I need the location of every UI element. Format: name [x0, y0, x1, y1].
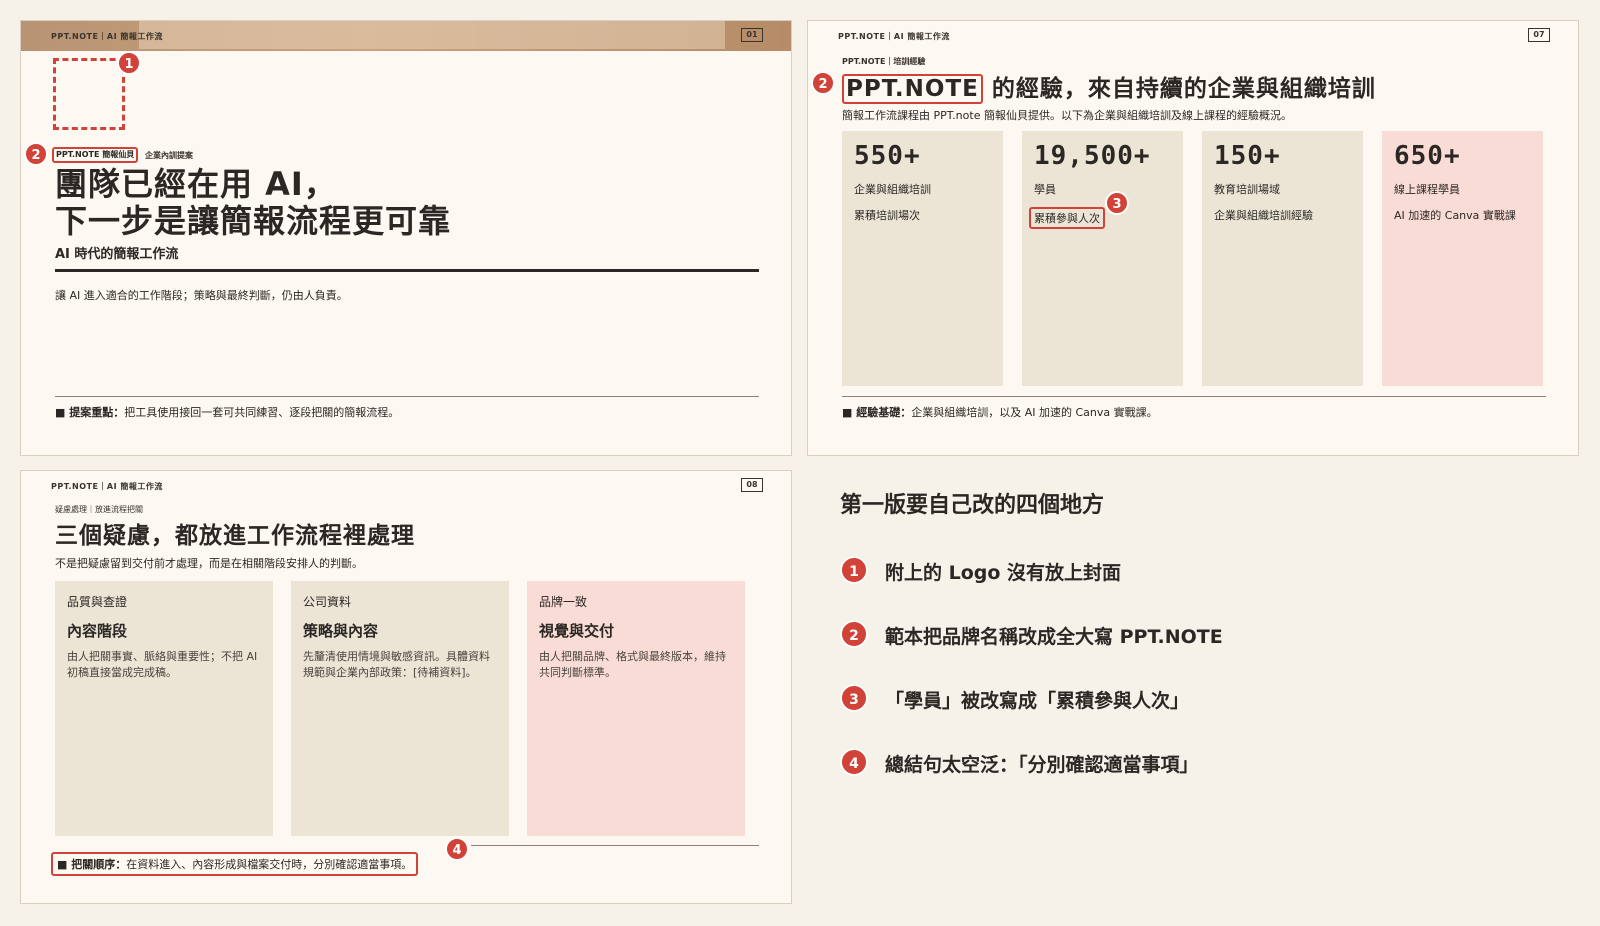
stat-card: 150+ 教育培訓場域 企業與組織培訓經驗	[1202, 131, 1363, 386]
footer-note: ■ 經驗基礎：企業與組織培訓，以及 AI 加速的 Canva 實戰課。	[842, 404, 1158, 420]
footer-label: ■ 提案重點：	[55, 406, 125, 419]
slide-brand: PPT.NOTE｜AI 簡報工作流	[51, 482, 163, 491]
annotation-badge: 2	[811, 71, 835, 95]
concern-card: 公司資料 策略與內容 先釐清使用情境與敏感資訊。具體資料規範與企業內部政策：[待…	[291, 581, 509, 836]
kicker-note: 企業內訓提案	[145, 151, 193, 160]
footer-label: ■ 經驗基礎：	[842, 406, 912, 419]
card-heading: 視覺與交付	[539, 622, 615, 640]
annotation-badge: 3	[1105, 191, 1129, 215]
concern-card: 品質與查證 內容階段 由人把關事實、脈絡與重要性；不把 AI 初稿直接當成完成稿…	[55, 581, 273, 836]
cover-title-line1: 團隊已經在用 AI，	[55, 165, 337, 203]
slide-description: 簡報工作流課程由 PPT.note 簡報仙貝提供。以下為企業與組織培訓及線上課程…	[842, 109, 1292, 122]
page-number: 07	[1528, 28, 1550, 42]
footer-note: ■ 提案重點：把工具使用接回一套可共同練習、逐段把關的簡報流程。	[55, 404, 399, 420]
note-number-badge: 2	[840, 620, 868, 648]
cover-header-tab	[139, 21, 725, 49]
card-category: 公司資料	[303, 595, 352, 609]
stat-sublabel: 企業與組織培訓經驗	[1214, 209, 1313, 222]
card-heading: 策略與內容	[303, 622, 379, 640]
slide-title-rest: 的經驗，來自持續的企業與組織培訓	[982, 76, 1376, 102]
divider	[471, 845, 759, 846]
divider	[842, 396, 1546, 397]
cover-title-line2: 下一步是讓簡報流程更可靠	[55, 202, 452, 240]
card-text: 先釐清使用情境與敏感資訊。具體資料規範與企業內部政策：[待補資料]。	[303, 650, 490, 679]
page-number: 01	[741, 28, 763, 42]
stat-card: 19,500+ 學員 累積參與人次	[1022, 131, 1183, 386]
cover-body: 讓 AI 進入適合的工作階段；策略與最終判斷，仍由人負責。	[55, 289, 348, 302]
slide-brand: PPT.NOTE｜AI 簡報工作流	[51, 32, 163, 41]
annotation-badge: 2	[24, 142, 48, 166]
note-number-badge: 3	[840, 684, 868, 712]
card-category: 品牌一致	[539, 595, 588, 609]
note-text: 總結句太空泛：「分別確認適當事項」	[885, 754, 1199, 776]
divider	[55, 269, 759, 272]
cover-subtitle: AI 時代的簡報工作流	[55, 247, 179, 262]
footer-text: 企業與組織培訓，以及 AI 加速的 Canva 實戰課。	[911, 406, 1158, 419]
stat-number: 550+	[854, 141, 921, 171]
footer-label: ■ 把關順序：	[57, 858, 127, 871]
slide-thumbnail-08[interactable]: PPT.NOTE｜AI 簡報工作流 08 疑慮處理｜放進流程把關 三個疑慮，都放…	[20, 470, 792, 904]
stat-label: 學員	[1034, 183, 1056, 196]
card-category: 品質與查證	[67, 595, 128, 609]
card-heading: 內容階段	[67, 622, 128, 640]
card-text: 由人把關品牌、格式與最終版本，維持共同判斷標準。	[539, 650, 726, 679]
note-text: 「學員」被改寫成「累積參與人次」	[885, 690, 1190, 712]
page-number: 08	[741, 478, 763, 492]
slide-thumbnail-07[interactable]: PPT.NOTE｜AI 簡報工作流 07 PPT.NOTE｜培訓經驗 2 PPT…	[807, 20, 1579, 456]
stat-number: 650+	[1394, 141, 1461, 171]
stat-sublabel: AI 加速的 Canva 實戰課	[1394, 209, 1516, 222]
slide-title: PPT.NOTE 的經驗，來自持續的企業與組織培訓	[842, 69, 1376, 104]
kicker-brand-highlight: PPT.NOTE 簡報仙貝	[52, 147, 139, 163]
note-number-badge: 1	[840, 556, 868, 584]
note-text: 範本把品牌名稱改成全大寫 PPT.NOTE	[885, 626, 1223, 648]
slide-thumbnail-01[interactable]: PPT.NOTE｜AI 簡報工作流 01 1 2 PPT.NOTE 簡報仙貝 企…	[20, 20, 792, 456]
annotation-badge: 4	[445, 837, 469, 861]
stat-label: 企業與組織培訓	[854, 183, 931, 196]
logo-placeholder	[53, 58, 125, 130]
stat-card: 550+ 企業與組織培訓 累積培訓場次	[842, 131, 1003, 386]
footer-text: 把工具使用接回一套可共同練習、逐段把關的簡報流程。	[124, 406, 400, 419]
brand-name-highlight: PPT.NOTE	[842, 74, 983, 104]
stat-number: 19,500+	[1034, 141, 1151, 171]
slide-description: 不是把疑慮留到交付前才處理，而是在相關階段安排人的判斷。	[55, 557, 363, 570]
note-number-badge: 4	[840, 748, 868, 776]
footer-text: 在資料進入、內容形成與檔案交付時，分別確認適當事項。	[126, 858, 413, 871]
stat-sublabel-highlight: 累積參與人次	[1029, 207, 1105, 229]
cover-title: 團隊已經在用 AI， 下一步是讓簡報流程更可靠	[55, 166, 451, 240]
annotation-badge: 1	[117, 51, 141, 75]
footer-note-highlight: ■ 把關順序：在資料進入、內容形成與檔案交付時，分別確認適當事項。	[51, 852, 419, 876]
stat-label: 教育培訓場域	[1214, 183, 1280, 196]
slide-title: 三個疑慮，都放進工作流程裡處理	[55, 523, 415, 549]
concern-card: 品牌一致 視覺與交付 由人把關品牌、格式與最終版本，維持共同判斷標準。	[527, 581, 745, 836]
stat-sublabel: 累積培訓場次	[854, 209, 920, 222]
stat-card: 650+ 線上課程學員 AI 加速的 Canva 實戰課	[1382, 131, 1543, 386]
slide-brand: PPT.NOTE｜AI 簡報工作流	[838, 32, 950, 41]
divider	[55, 396, 759, 397]
notes-title: 第一版要自己改的四個地方	[840, 493, 1105, 518]
slide-kicker: PPT.NOTE｜培訓經驗	[842, 57, 926, 66]
slide-kicker: 疑慮處理｜放進流程把關	[55, 505, 143, 514]
card-text: 由人把關事實、脈絡與重要性；不把 AI 初稿直接當成完成稿。	[67, 650, 258, 679]
stat-number: 150+	[1214, 141, 1281, 171]
note-text: 附上的 Logo 沒有放上封面	[885, 562, 1122, 584]
stat-label: 線上課程學員	[1394, 183, 1460, 196]
